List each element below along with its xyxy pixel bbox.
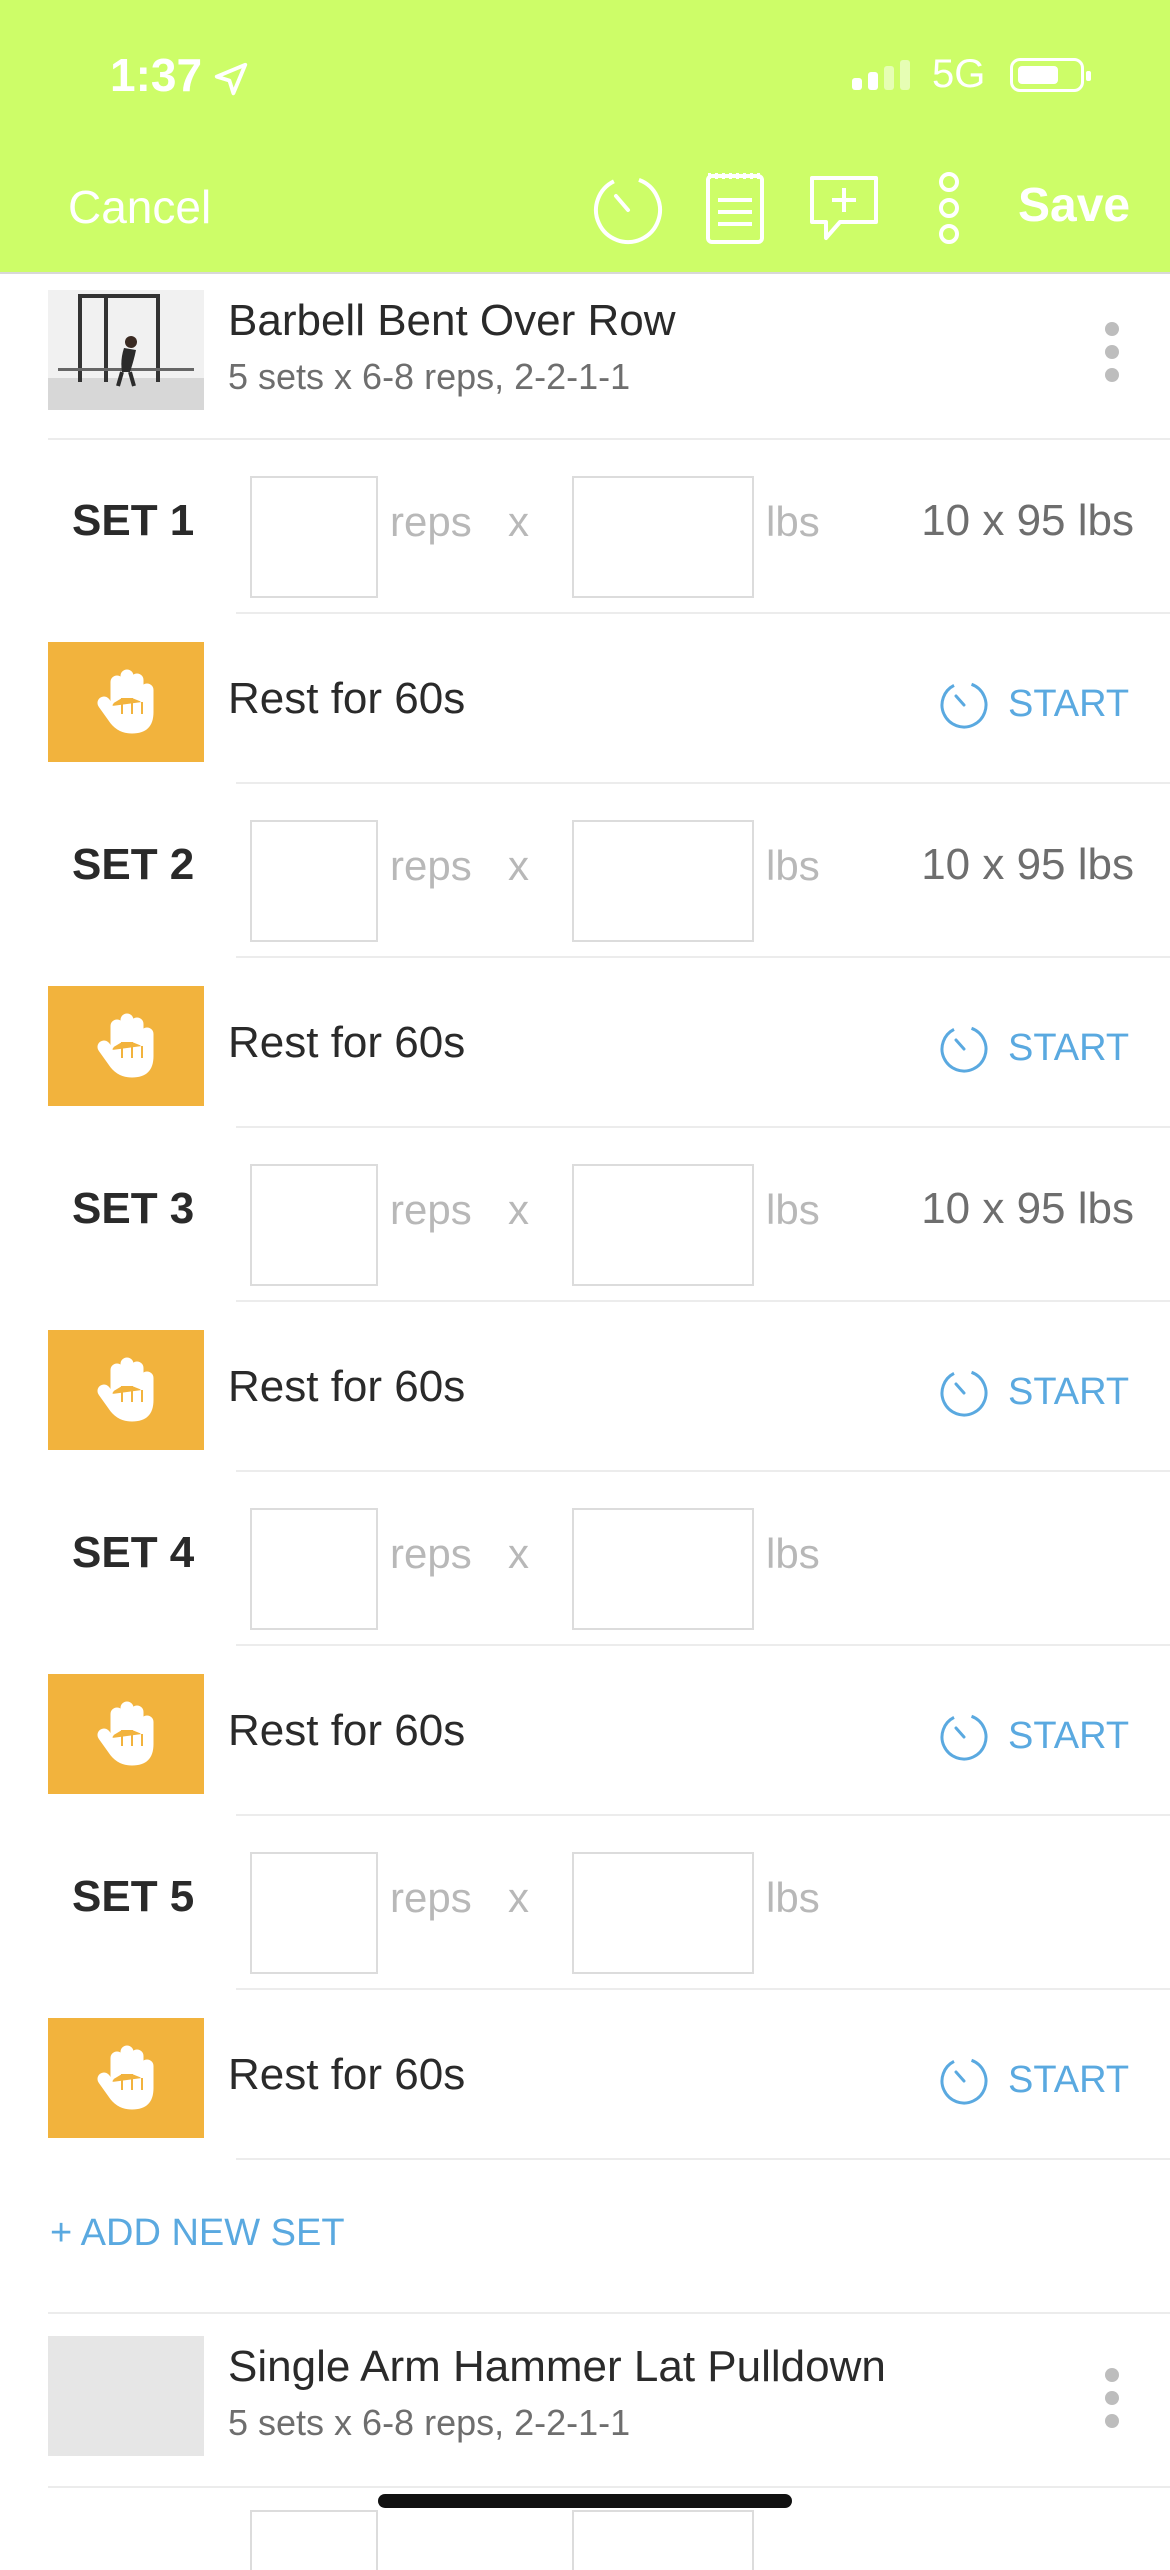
exercise-header[interactable]: Barbell Bent Over Row 5 sets x 6-8 reps,…: [0, 272, 1170, 438]
start-rest-button[interactable]: START: [938, 1022, 1129, 1074]
rest-row: Rest for 60s START: [0, 608, 1170, 780]
exercise-image: [48, 290, 204, 410]
signal-icon: [852, 60, 910, 90]
times-label: x: [508, 1186, 529, 1233]
exercise-subtitle: 5 sets x 6-8 reps, 2-2-1-1: [228, 2402, 631, 2443]
top-bar: 1:37 5G Cancel Save: [0, 0, 1170, 274]
weight-input[interactable]: [572, 476, 754, 598]
rest-label: Rest for 60s: [228, 1018, 466, 1067]
set-label: SET 3: [72, 1184, 195, 1233]
rest-label: Rest for 60s: [228, 1362, 466, 1411]
weight-unit-label: lbs: [766, 498, 820, 545]
reps-unit-label: reps: [390, 498, 472, 545]
add-comment-icon[interactable]: [806, 170, 882, 246]
timer-icon: [940, 1369, 988, 1417]
set-row: SET 1 reps x lbs 10 x 95 lbs: [0, 438, 1170, 610]
divider: [48, 2486, 1170, 2488]
set-label: SET 2: [72, 840, 195, 889]
location-arrow-icon: [214, 62, 248, 95]
set-label: SET 1: [72, 496, 195, 545]
weight-input[interactable]: [572, 1508, 754, 1630]
reps-input[interactable]: [250, 820, 378, 942]
reps-input[interactable]: [250, 2510, 378, 2570]
hand-stop-icon: [48, 1674, 204, 1794]
times-label: x: [508, 1874, 529, 1921]
weight-input[interactable]: [572, 1164, 754, 1286]
start-label: START: [1008, 1370, 1130, 1413]
weight-unit-label: lbs: [766, 1874, 820, 1921]
reps-input[interactable]: [250, 476, 378, 598]
notes-icon[interactable]: [704, 170, 766, 246]
times-label: x: [508, 842, 529, 889]
divider: [236, 2158, 1170, 2160]
exercise-title: Barbell Bent Over Row: [228, 296, 676, 345]
reps-unit-label: reps: [390, 1186, 472, 1233]
timer-icon: [940, 681, 988, 729]
rest-row: Rest for 60s START: [0, 1984, 1170, 2156]
cancel-button[interactable]: Cancel: [68, 180, 211, 234]
set-row: SET 3 reps x lbs 10 x 95 lbs: [0, 1126, 1170, 1298]
start-label: START: [1008, 1714, 1130, 1757]
reps-input[interactable]: [250, 1164, 378, 1286]
reps-unit-label: reps: [390, 842, 472, 889]
save-button[interactable]: Save: [1018, 178, 1130, 233]
hand-stop-icon: [48, 642, 204, 762]
rest-row: Rest for 60s START: [0, 1640, 1170, 1812]
timer-icon: [940, 2057, 988, 2105]
times-label: x: [508, 498, 529, 545]
status-time: 1:37: [110, 48, 250, 102]
previous-value: 10 x 95 lbs: [921, 496, 1134, 545]
rest-label: Rest for 60s: [228, 2050, 466, 2099]
start-rest-button[interactable]: START: [938, 1710, 1129, 1762]
add-new-set-button[interactable]: + ADD NEW SET: [50, 2212, 345, 2255]
start-label: START: [1008, 2058, 1130, 2101]
exercise-subtitle: 5 sets x 6-8 reps, 2-2-1-1: [228, 356, 631, 397]
hand-stop-icon: [48, 2018, 204, 2138]
timer-icon: [940, 1025, 988, 1073]
start-rest-button[interactable]: START: [938, 678, 1129, 730]
set-row: SET 5 reps x lbs: [0, 1814, 1170, 1986]
hand-stop-icon: [48, 986, 204, 1106]
reps-unit-label: reps: [390, 1530, 472, 1577]
exercise-header[interactable]: Single Arm Hammer Lat Pulldown 5 sets x …: [0, 2318, 1170, 2484]
exercise-more-icon[interactable]: [1105, 322, 1121, 382]
exercise-thumbnail: [48, 290, 204, 410]
rest-label: Rest for 60s: [228, 1706, 466, 1755]
divider: [48, 2312, 1170, 2314]
times-label: x: [508, 1530, 529, 1577]
hand-stop-icon: [48, 1330, 204, 1450]
start-label: START: [1008, 682, 1130, 725]
weight-unit-label: lbs: [766, 1530, 820, 1577]
more-vertical-icon[interactable]: [934, 170, 964, 246]
weight-input[interactable]: [572, 820, 754, 942]
weight-input[interactable]: [572, 1852, 754, 1974]
set-label: SET 5: [72, 1872, 195, 1921]
reps-input[interactable]: [250, 1852, 378, 1974]
reps-input[interactable]: [250, 1508, 378, 1630]
exercise-title: Single Arm Hammer Lat Pulldown: [228, 2342, 886, 2391]
battery-icon: [1010, 58, 1091, 92]
reps-unit-label: reps: [390, 1874, 472, 1921]
weight-unit-label: lbs: [766, 1186, 820, 1233]
network-label: 5G: [932, 52, 986, 96]
rest-label: Rest for 60s: [228, 674, 466, 723]
set-label: SET 4: [72, 1528, 195, 1577]
start-rest-button[interactable]: START: [938, 2054, 1129, 2106]
home-indicator[interactable]: [378, 2494, 792, 2508]
timer-icon: [940, 1713, 988, 1761]
weight-input[interactable]: [572, 2510, 754, 2570]
rest-row: Rest for 60s START: [0, 1296, 1170, 1468]
set-row: SET 2 reps x lbs 10 x 95 lbs: [0, 782, 1170, 954]
start-rest-button[interactable]: START: [938, 1366, 1129, 1418]
start-label: START: [1008, 1026, 1130, 1069]
weight-unit-label: lbs: [766, 842, 820, 889]
exercise-more-icon[interactable]: [1105, 2368, 1121, 2428]
timer-icon[interactable]: [590, 170, 666, 246]
rest-row: Rest for 60s START: [0, 952, 1170, 1124]
exercise-thumbnail: [48, 2336, 204, 2456]
previous-value: 10 x 95 lbs: [921, 1184, 1134, 1233]
set-row: SET 4 reps x lbs: [0, 1470, 1170, 1642]
previous-value: 10 x 95 lbs: [921, 840, 1134, 889]
